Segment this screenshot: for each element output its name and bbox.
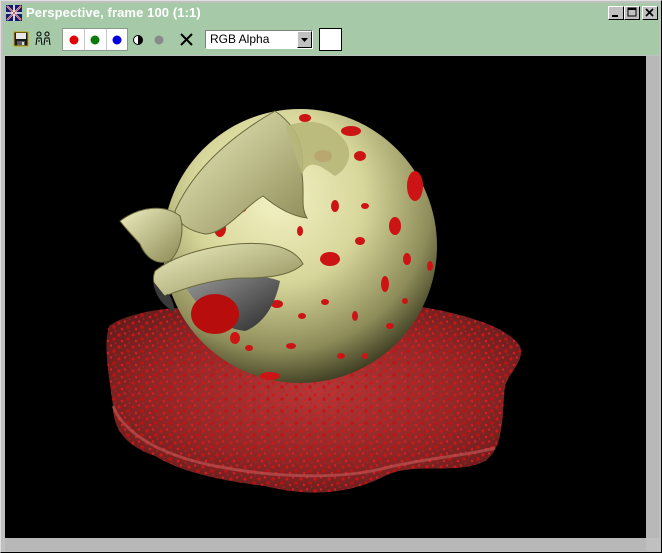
red-dot-icon — [69, 35, 79, 45]
display-mode-select[interactable]: RGB Alpha — [205, 30, 313, 49]
chevron-down-icon — [301, 38, 308, 42]
green-dot-icon — [90, 35, 100, 45]
close-icon — [645, 8, 654, 17]
save-button[interactable] — [11, 29, 31, 49]
horizontal-scrollbar[interactable] — [5, 538, 646, 551]
monochrome-button[interactable] — [149, 29, 169, 49]
vertical-scrollbar[interactable] — [646, 56, 659, 538]
clone-people-icon — [35, 31, 51, 46]
floppy-disk-icon — [13, 31, 29, 47]
display-mode-value: RGB Alpha — [210, 32, 270, 46]
clone-window-button[interactable] — [33, 29, 53, 49]
toolbar: RGB Alpha — [3, 23, 659, 55]
red-channel-button[interactable] — [64, 29, 84, 49]
blue-dot-icon — [112, 35, 122, 45]
x-icon — [180, 33, 193, 46]
maximize-icon — [627, 7, 637, 17]
render-window: Perspective, frame 100 (1:1) RGB Alpha — [0, 0, 662, 553]
half-circle-icon — [133, 35, 143, 45]
alpha-channel-button[interactable] — [128, 29, 148, 49]
app-icon[interactable] — [6, 5, 22, 21]
minimize-icon — [612, 15, 618, 17]
green-channel-button[interactable] — [85, 29, 105, 49]
render-viewport[interactable] — [5, 56, 646, 538]
maximize-button[interactable] — [624, 6, 640, 20]
dropdown-button[interactable] — [297, 31, 312, 48]
clear-button[interactable] — [177, 29, 197, 49]
gray-dot-icon — [154, 35, 164, 45]
rendered-scene-image — [106, 109, 522, 493]
window-title: Perspective, frame 100 (1:1) — [26, 5, 201, 20]
title-bar[interactable]: Perspective, frame 100 (1:1) — [3, 3, 659, 23]
channel-buttons — [62, 28, 128, 51]
minimize-button[interactable] — [608, 6, 624, 20]
color-swatch[interactable] — [319, 28, 342, 51]
close-button[interactable] — [642, 6, 658, 20]
blue-channel-button[interactable] — [107, 29, 127, 49]
